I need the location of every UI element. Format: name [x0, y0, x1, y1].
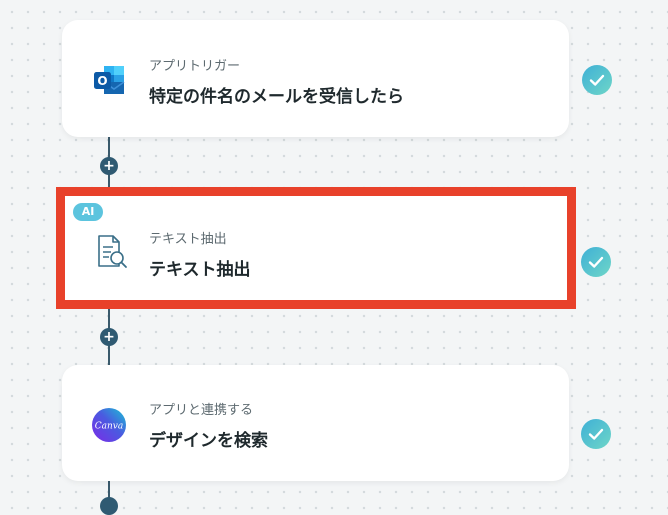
step-type-label: テキスト抽出 — [149, 232, 227, 247]
step-completed-check-icon — [581, 247, 611, 277]
canva-icon: Canva — [89, 405, 129, 445]
step-type-label: アプリトリガー — [149, 59, 241, 74]
flow-step-text-extraction[interactable]: AI テキスト抽出 テキスト抽出 — [56, 187, 576, 309]
svg-text:O: O — [97, 74, 107, 88]
step-title: 特定の件名のメールを受信したら — [149, 87, 404, 107]
step-completed-check-icon — [582, 65, 612, 95]
flow-step-canva-search[interactable]: Canva アプリと連携する デザインを検索 — [62, 365, 569, 481]
add-step-button[interactable] — [100, 497, 118, 515]
ai-badge: AI — [73, 203, 103, 221]
svg-text:Canva: Canva — [95, 422, 124, 432]
outlook-icon: O — [90, 60, 130, 100]
flow-step-trigger[interactable]: O アプリトリガー 特定の件名のメールを受信したら — [62, 20, 569, 137]
add-step-button[interactable]: + — [100, 157, 118, 175]
document-search-icon — [91, 232, 131, 272]
step-title: テキスト抽出 — [149, 260, 251, 280]
step-title: デザインを検索 — [149, 431, 268, 451]
add-step-button[interactable]: + — [100, 328, 118, 346]
step-completed-check-icon — [581, 419, 611, 449]
step-type-label: アプリと連携する — [149, 403, 254, 418]
